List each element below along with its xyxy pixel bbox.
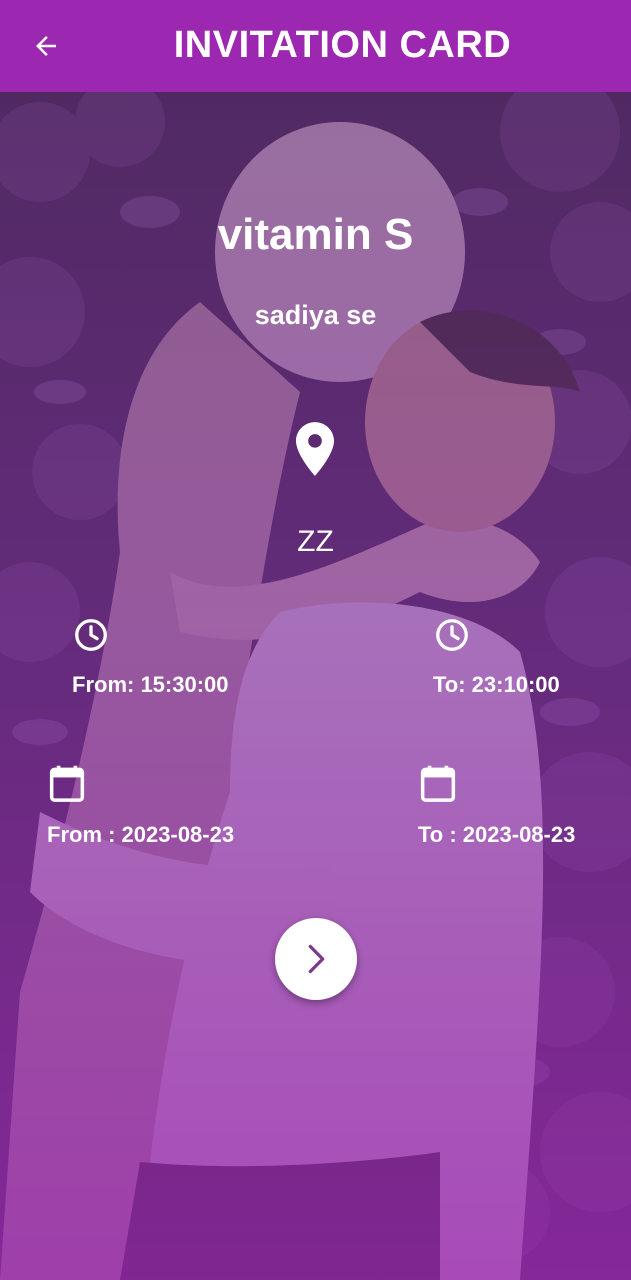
chevron-right-icon bbox=[308, 944, 325, 974]
app-bar: INVITATION CARD bbox=[0, 0, 631, 92]
clock-icon bbox=[436, 619, 468, 651]
invitation-content: vitamin S sadiya se ZZ From: 15:30:00 To… bbox=[0, 92, 631, 1280]
time-from-text: From: 15:30:00 bbox=[72, 672, 229, 697]
page-title: INVITATION CARD bbox=[173, 24, 512, 66]
invitation-card-screen: INVITATION CARD vitamin S sadiya se ZZ F… bbox=[0, 0, 631, 1280]
calendar-icon bbox=[49, 765, 85, 802]
event-title: vitamin S bbox=[217, 210, 414, 259]
host-name: sadiya se bbox=[254, 300, 377, 330]
location-text: ZZ bbox=[297, 525, 334, 558]
calendar-icon bbox=[420, 765, 456, 802]
time-to-text: To: 23:10:00 bbox=[433, 672, 560, 697]
date-to-text: To : 2023-08-23 bbox=[418, 822, 576, 847]
date-from-text: From : 2023-08-23 bbox=[47, 822, 235, 847]
location-pin-icon bbox=[296, 422, 334, 476]
next-button[interactable] bbox=[275, 918, 357, 1000]
clock-icon bbox=[75, 619, 107, 651]
